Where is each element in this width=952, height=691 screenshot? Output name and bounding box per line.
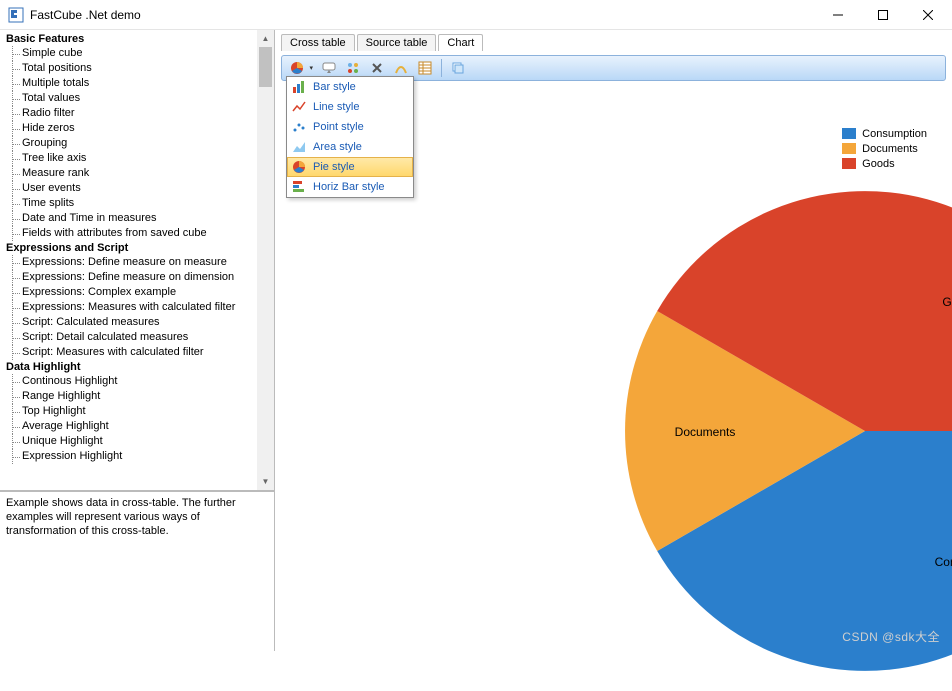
close-button[interactable] [905, 1, 950, 29]
tree-view[interactable]: Basic FeaturesSimple cubeTotal positions… [0, 30, 274, 491]
tree-item[interactable]: Unique Highlight [4, 434, 274, 449]
minimize-button[interactable] [815, 1, 860, 29]
slice-label-documents: Documents [675, 425, 736, 439]
tree-item[interactable]: Average Highlight [4, 419, 274, 434]
tree-item[interactable]: Hide zeros [4, 121, 274, 136]
tree-item[interactable]: Multiple totals [4, 76, 274, 91]
tree-item[interactable]: Time splits [4, 196, 274, 211]
freeze-button[interactable] [390, 58, 412, 78]
slice-label-consumption: Consumption [935, 555, 952, 569]
scroll-up-icon[interactable]: ▲ [257, 30, 274, 47]
dropdown-item-line-style[interactable]: Line style [287, 97, 413, 117]
dropdown-item-label: Point style [313, 121, 364, 133]
horiz-bar-style-icon [291, 179, 307, 195]
dropdown-item-bar-style[interactable]: Bar style [287, 77, 413, 97]
legend-item: Goods [842, 156, 927, 171]
bar-style-icon [291, 79, 307, 95]
description-pane: Example shows data in cross-table. The f… [0, 491, 274, 651]
data-manager-button[interactable] [414, 58, 436, 78]
sidebar: Basic FeaturesSimple cubeTotal positions… [0, 30, 275, 651]
legend-label: Documents [862, 143, 918, 155]
dropdown-item-label: Pie style [313, 161, 355, 173]
pie-chart: Consumption Documents Goods [605, 171, 952, 691]
chart-type-button[interactable] [286, 58, 308, 78]
tab-cross-table[interactable]: Cross table [281, 34, 355, 51]
tree-item[interactable]: Expressions: Measures with calculated fi… [4, 300, 274, 315]
tab-chart[interactable]: Chart [438, 34, 483, 51]
slice-label-goods: Goods [942, 295, 952, 309]
legend-label: Goods [862, 158, 894, 170]
legend-button[interactable] [342, 58, 364, 78]
tree-item[interactable]: Tree like axis [4, 151, 274, 166]
tree-item[interactable]: Script: Calculated measures [4, 315, 274, 330]
point-style-icon [291, 119, 307, 135]
copy-chart-button[interactable] [447, 58, 469, 78]
tree-group-head[interactable]: Data Highlight [4, 360, 274, 374]
tree-group-head[interactable]: Expressions and Script [4, 241, 274, 255]
main-area: Basic FeaturesSimple cubeTotal positions… [0, 30, 952, 651]
dropdown-item-label: Line style [313, 101, 359, 113]
tree-item[interactable]: Measure rank [4, 166, 274, 181]
legend-swatch [842, 143, 856, 154]
dropdown-item-area-style[interactable]: Area style [287, 137, 413, 157]
tab-source-table[interactable]: Source table [357, 34, 437, 51]
tree-item[interactable]: Fields with attributes from saved cube [4, 226, 274, 241]
pie-style-icon [291, 159, 307, 175]
tree-item[interactable]: Grouping [4, 136, 274, 151]
maximize-button[interactable] [860, 1, 905, 29]
line-style-icon [291, 99, 307, 115]
tree-item[interactable]: Expressions: Complex example [4, 285, 274, 300]
dropdown-item-point-style[interactable]: Point style [287, 117, 413, 137]
tree-item[interactable]: Total positions [4, 61, 274, 76]
toolbar-separator [441, 59, 442, 77]
titlebar: FastCube .Net demo [0, 0, 952, 30]
tree-item[interactable]: Expressions: Define measure on measure [4, 255, 274, 270]
watermark: CSDN @sdk大全 [842, 628, 940, 645]
tree-item[interactable]: Top Highlight [4, 404, 274, 419]
marks-button[interactable] [318, 58, 340, 78]
scroll-thumb[interactable] [259, 47, 272, 87]
tree-item[interactable]: Radio filter [4, 106, 274, 121]
scroll-down-icon[interactable]: ▼ [257, 473, 274, 490]
tree-item[interactable]: Expression Highlight [4, 449, 274, 464]
tab-strip: Cross tableSource tableChart [275, 30, 952, 51]
tree-item[interactable]: Simple cube [4, 46, 274, 61]
chart-area: Consumption Documents Goods Consumption Do… [555, 86, 947, 646]
tree-item[interactable]: Script: Detail calculated measures [4, 330, 274, 345]
tree-item[interactable]: Total values [4, 91, 274, 106]
chart-style-dropdown: Bar style Line style Point style Area style… [286, 76, 414, 198]
tree-item[interactable]: Range Highlight [4, 389, 274, 404]
area-style-icon [291, 139, 307, 155]
legend-swatch [842, 128, 856, 139]
tree-group-head[interactable]: Basic Features [4, 32, 274, 46]
tree-item[interactable]: Expressions: Define measure on dimension [4, 270, 274, 285]
chart-legend: Consumption Documents Goods [842, 126, 927, 171]
window-title: FastCube .Net demo [30, 8, 815, 22]
legend-label: Consumption [862, 128, 927, 140]
tree-item[interactable]: Continous Highlight [4, 374, 274, 389]
app-icon [8, 7, 24, 23]
legend-item: Documents [842, 141, 927, 156]
legend-item: Consumption [842, 126, 927, 141]
dropdown-item-label: Horiz Bar style [313, 181, 385, 193]
tree-scrollbar[interactable]: ▲ ▼ [257, 30, 274, 490]
dropdown-item-label: Area style [313, 141, 362, 153]
tree-item[interactable]: User events [4, 181, 274, 196]
tree-item[interactable]: Date and Time in measures [4, 211, 274, 226]
dropdown-item-horiz-bar-style[interactable]: Horiz Bar style [287, 177, 413, 197]
dropdown-item-pie-style[interactable]: Pie style [287, 157, 413, 177]
tree-item[interactable]: Script: Measures with calculated filter [4, 345, 274, 360]
legend-swatch [842, 158, 856, 169]
copy-button[interactable] [366, 58, 388, 78]
dropdown-item-label: Bar style [313, 81, 356, 93]
